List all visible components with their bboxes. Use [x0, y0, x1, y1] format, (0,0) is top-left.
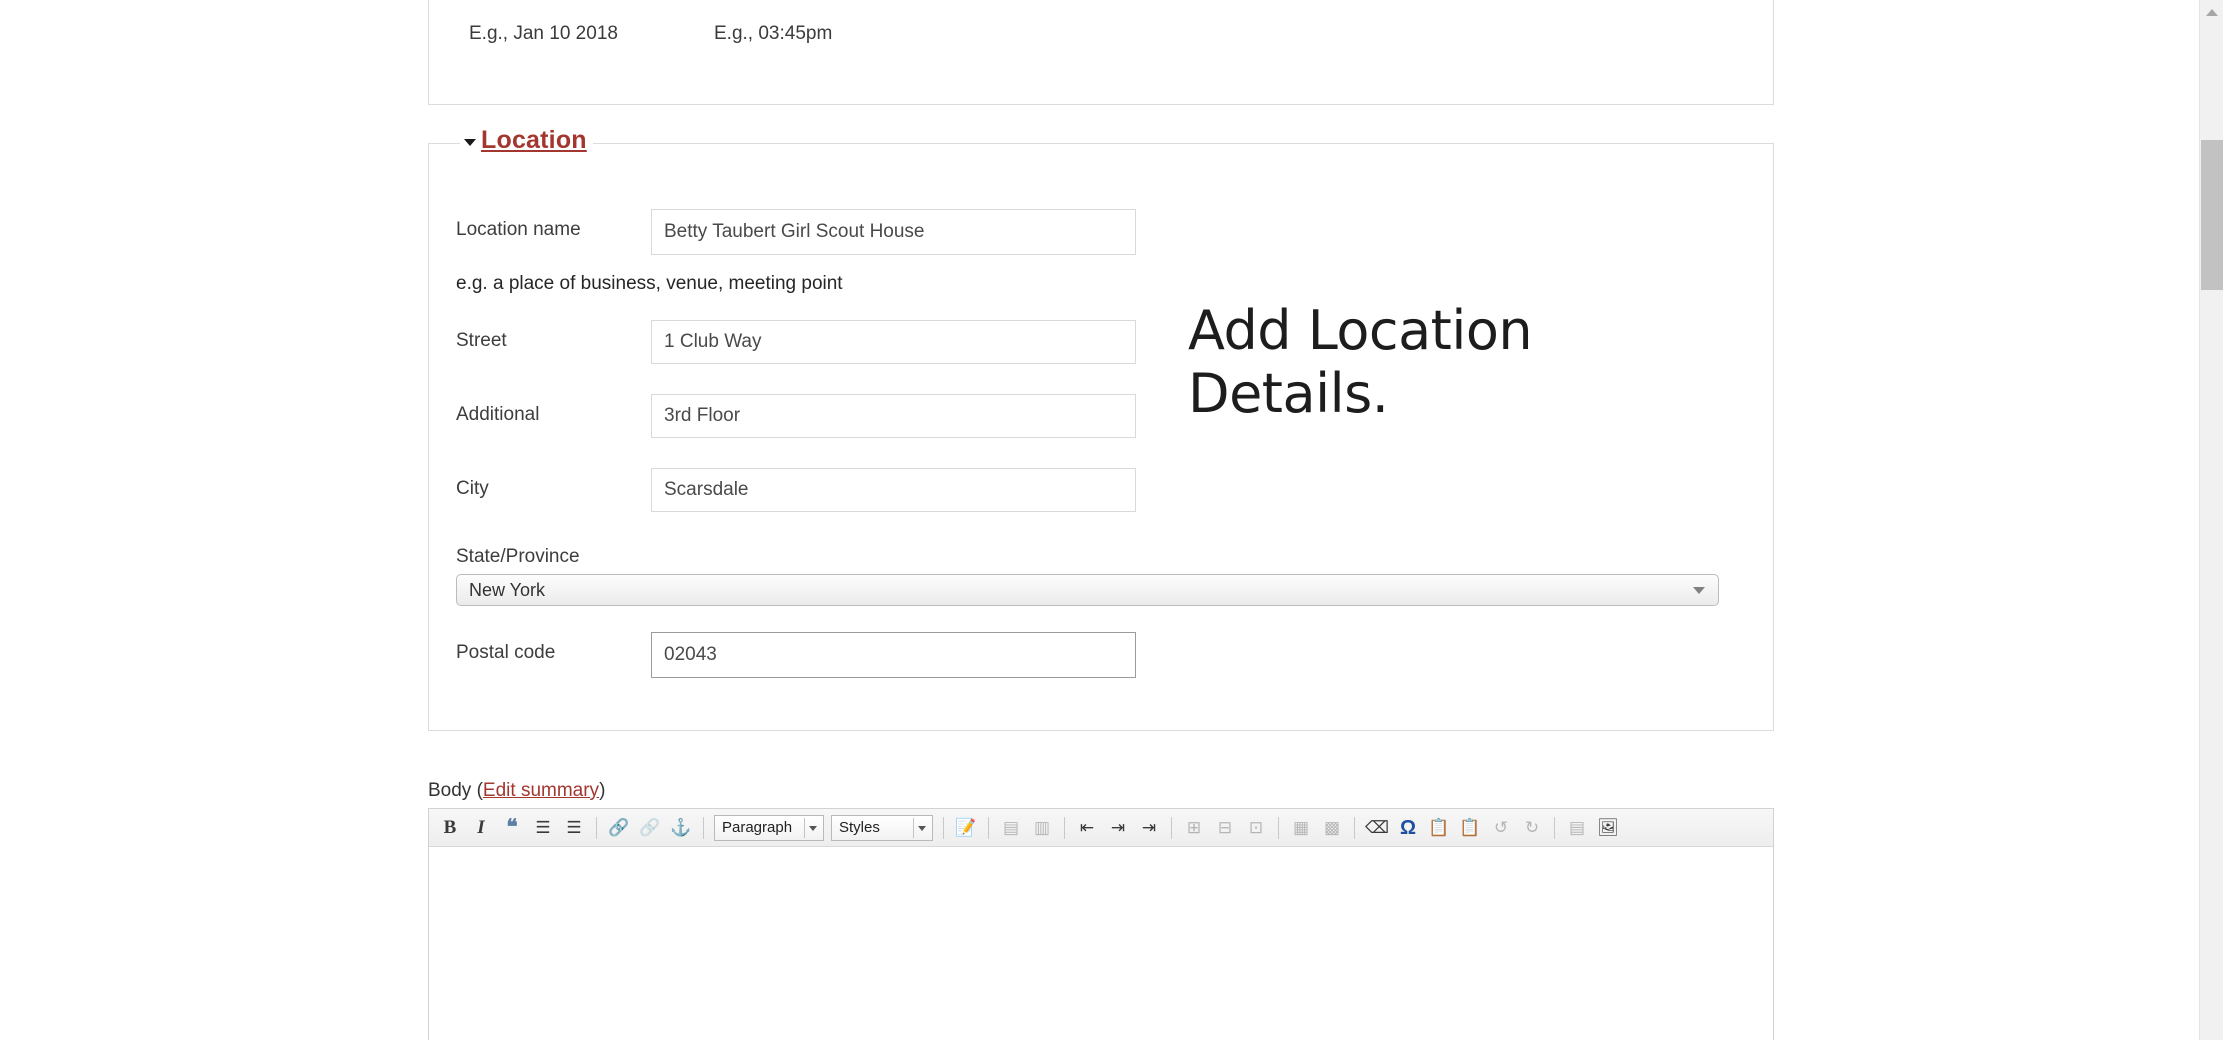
toolbar-separator [703, 816, 704, 839]
indent-icon[interactable]: ⇥ [1103, 813, 1133, 843]
state-select-value: New York [469, 579, 546, 600]
page-scrollbar[interactable] [2199, 0, 2223, 1040]
triangle-down-icon[interactable] [464, 138, 476, 146]
table-row-icon: ▤ [1002, 818, 1020, 837]
paste-from-word-icon[interactable]: 📋 [1455, 813, 1485, 843]
postal-code-label: Postal code [456, 642, 556, 663]
table-icon: ▦ [1292, 818, 1310, 837]
scrollbar-thumb[interactable] [2201, 140, 2223, 290]
street-input[interactable] [651, 320, 1136, 364]
chevron-down-icon[interactable] [809, 825, 817, 831]
date-example-hint: E.g., Jan 10 2018 [469, 23, 618, 44]
location-name-input[interactable] [651, 209, 1136, 255]
link-icon[interactable]: 🔗 [604, 813, 634, 843]
format-select[interactable]: Paragraph [714, 814, 824, 841]
blockquote-icon[interactable]: ❝ [497, 813, 527, 843]
anchor-icon[interactable]: ⚓ [666, 813, 696, 843]
datetime-fieldset: E.g., Jan 10 2018 E.g., 03:45pm [428, 0, 1774, 105]
paste-as-text-icon[interactable]: 📋 [1424, 813, 1454, 843]
toolbar-separator [943, 816, 944, 839]
chevron-down-icon[interactable] [1693, 587, 1705, 594]
state-label: State/Province [456, 546, 580, 567]
format-select-label: Paragraph [722, 819, 793, 836]
styles-select-label: Styles [839, 819, 880, 836]
toolbar-separator [1554, 816, 1555, 839]
undo-icon: ↺ [1493, 818, 1509, 837]
state-select[interactable]: New York [456, 574, 1719, 606]
additional-label: Additional [456, 404, 540, 425]
chevron-up-icon [2205, 8, 2218, 16]
bulleted-list-icon[interactable]: ☰ [528, 813, 558, 843]
editor-content-area[interactable] [429, 847, 1773, 1040]
edit-summary-link[interactable]: Edit summary [483, 780, 599, 801]
additional-input[interactable] [651, 394, 1136, 438]
annotation-text: Add Location Details. [1188, 299, 1533, 425]
italic-icon[interactable]: I [466, 813, 496, 843]
location-legend-label[interactable]: Location [481, 128, 587, 153]
scroll-up-button[interactable] [2200, 0, 2223, 24]
editor-toolbar: B I ❝ ☰ ☰ 🔗 🔗 ⚓ Paragraph Styles 📝 ▤ ▥ ⇤ ⇥ ⇥ ⊞ ⊟ ⊡ ▦ ▩ ⌫ Ω 📋 📋 ↺ ↻… [429, 809, 1773, 847]
toolbar-select-divider [804, 817, 805, 838]
outdent-icon[interactable]: ⇤ [1072, 813, 1102, 843]
body-label-suffix: ) [599, 780, 606, 801]
blockindent-icon[interactable]: ⇥ [1134, 813, 1164, 843]
body-label-prefix: Body ( [428, 780, 483, 801]
table-properties-icon: ▩ [1323, 818, 1341, 837]
numbered-list-icon[interactable]: ☰ [559, 813, 589, 843]
unlink-icon: 🔗 [639, 818, 661, 837]
toolbar-separator [988, 816, 989, 839]
body-field-label: Body (Edit summary) [428, 780, 605, 802]
rich-text-editor: B I ❝ ☰ ☰ 🔗 🔗 ⚓ Paragraph Styles 📝 ▤ ▥ ⇤ ⇥ ⇥ ⊞ ⊟ ⊡ ▦ ▩ ⌫ Ω 📋 📋 ↺ ↻… [428, 808, 1774, 1040]
styles-select[interactable]: Styles [831, 814, 933, 841]
table-column-icon: ▥ [1033, 818, 1051, 837]
special-character-icon[interactable]: Ω [1393, 813, 1423, 843]
postal-code-input[interactable] [651, 632, 1136, 678]
toolbar-separator [1354, 816, 1355, 839]
city-input[interactable] [651, 468, 1136, 512]
page-root: E.g., Jan 10 2018 E.g., 03:45pm Location… [0, 0, 2223, 1040]
toolbar-separator [1171, 816, 1172, 839]
city-row: City [456, 468, 1136, 512]
location-legend[interactable]: Location [460, 128, 593, 153]
location-name-row: Location name [456, 209, 1136, 255]
time-example-hint: E.g., 03:45pm [714, 23, 833, 44]
street-row: Street [456, 320, 1136, 364]
show-blocks-icon: ▤ [1568, 818, 1586, 837]
toolbar-separator [1064, 816, 1065, 839]
remove-format-icon[interactable]: ⌫ [1362, 813, 1392, 843]
location-name-label: Location name [456, 219, 581, 240]
cell-split-icon: ⊟ [1217, 818, 1233, 837]
toolbar-select-divider [913, 817, 914, 838]
city-label: City [456, 478, 489, 499]
chevron-down-icon[interactable] [918, 825, 926, 831]
location-name-help-text: e.g. a place of business, venue, meeting… [456, 273, 843, 294]
bold-icon[interactable]: B [435, 813, 465, 843]
image-icon[interactable]: 🖼 [1593, 813, 1623, 843]
street-label: Street [456, 330, 507, 351]
postal-code-row: Postal code [456, 632, 1136, 678]
templates-icon[interactable]: 📝 [951, 813, 981, 843]
cell-props-icon: ⊡ [1248, 818, 1264, 837]
additional-row: Additional [456, 394, 1136, 438]
toolbar-separator [596, 816, 597, 839]
state-select-wrapper[interactable]: New York [456, 574, 1719, 606]
redo-icon: ↻ [1524, 818, 1540, 837]
cell-merge-icon: ⊞ [1186, 818, 1202, 837]
toolbar-separator [1278, 816, 1279, 839]
